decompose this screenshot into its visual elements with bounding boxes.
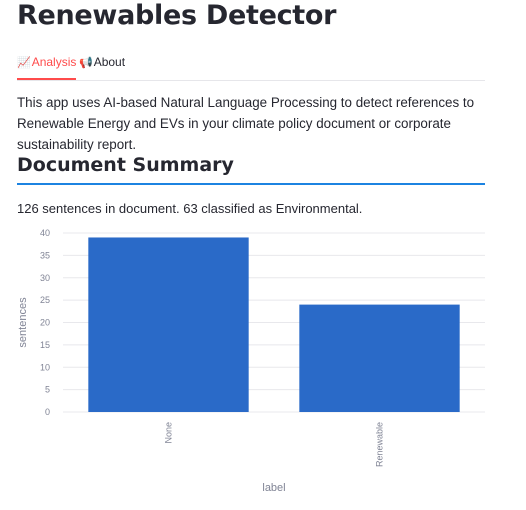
bar-renewable <box>299 304 460 412</box>
y-tick-label: 40 <box>40 228 50 238</box>
tab-about[interactable]: 📢About <box>79 54 125 78</box>
y-tick-label: 25 <box>40 295 50 305</box>
y-axis-title: sentences <box>17 297 29 348</box>
y-tick-label: 10 <box>40 362 50 372</box>
intro-text: This app uses AI-based Natural Language … <box>17 95 475 152</box>
tab-about-label: About <box>93 55 126 69</box>
y-tick-label: 35 <box>40 250 50 260</box>
document-summary-text: 126 sentences in document. 63 classified… <box>17 201 363 216</box>
x-tick-label: Renewable <box>375 422 385 467</box>
x-tick-label: None <box>164 422 174 444</box>
tab-bar: 📈Analysis 📢About <box>17 54 485 81</box>
tab-analysis[interactable]: 📈Analysis <box>17 54 77 80</box>
chart-increasing-icon: 📈 <box>17 57 31 69</box>
tab-analysis-label: Analysis <box>31 55 77 69</box>
y-tick-label: 15 <box>40 340 50 350</box>
y-tick-label: 5 <box>45 385 50 395</box>
section-divider <box>17 183 485 185</box>
y-tick-label: 20 <box>40 318 50 328</box>
bar-none <box>88 237 249 412</box>
app-title: Renewables Detector <box>17 0 337 31</box>
section-title: Document Summary <box>17 154 234 176</box>
loudspeaker-icon: 📢 <box>79 57 93 69</box>
y-tick-label: 30 <box>40 273 50 283</box>
x-axis-title: label <box>262 482 285 494</box>
sentences-bar-chart: 0 5 10 15 20 25 30 35 40 None Renewable label senten… <box>17 228 485 494</box>
y-tick-label: 0 <box>45 407 50 417</box>
